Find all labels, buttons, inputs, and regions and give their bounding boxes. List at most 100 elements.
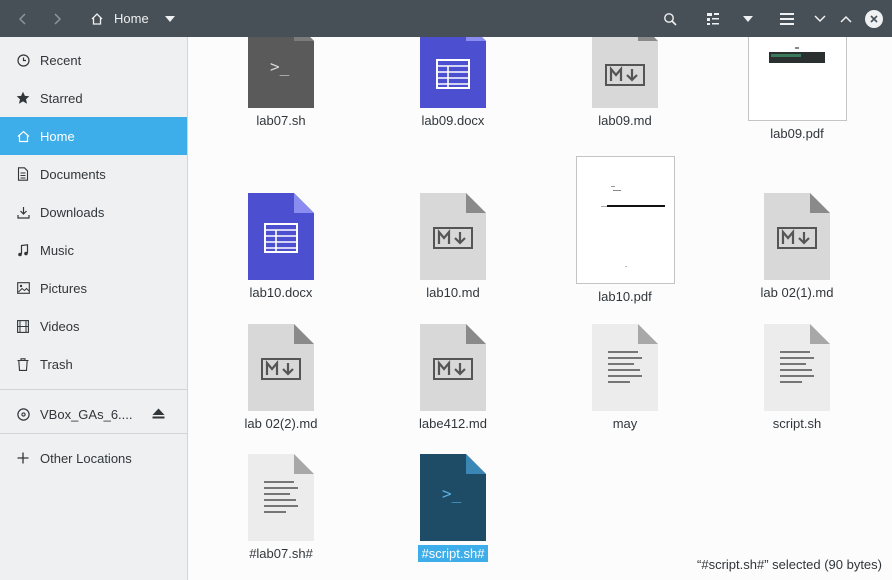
markdown-file-icon [420,324,486,411]
file-name: script.sh [772,416,822,431]
minimize-button[interactable] [807,0,833,37]
home-icon [16,129,30,143]
file-tile[interactable]: >_ #script.sh# [373,454,533,562]
sidebar-item-pictures[interactable]: Pictures [0,269,187,307]
file-tile[interactable]: >_ lab07.sh [201,37,361,129]
docx-file-icon [248,193,314,280]
path-dropdown-button[interactable] [157,0,183,37]
dropdown-icon [743,15,753,22]
file-name: #lab07.sh# [249,546,313,561]
close-button[interactable] [865,9,883,28]
file-name: lab10.md [426,285,480,300]
sidebar-item-label: VBox_GAs_6.... [40,406,133,422]
sidebar-item-videos[interactable]: Videos [0,307,187,345]
markdown-file-icon [592,37,658,108]
view-dropdown-button[interactable] [733,0,763,37]
header-right-controls [655,0,892,37]
file-tile[interactable]: lab 02(2).md [201,324,361,432]
back-arrow-icon [18,12,26,25]
sidebar-item-other-locations[interactable]: Other Locations [0,439,187,477]
docx-file-icon [420,37,486,108]
sidebar-divider [0,389,187,390]
picture-icon [16,281,30,295]
sidebar-item-label: Home [40,128,75,144]
menu-icon [780,12,794,25]
menu-button[interactable] [767,0,807,37]
file-name: lab09.md [598,113,652,128]
music-icon [16,243,30,257]
sidebar-item-home[interactable]: Home [0,117,187,155]
status-bar: “#script.sh#” selected (90 bytes) [693,555,886,574]
text-file-icon [592,324,658,411]
markdown-file-icon [420,193,486,280]
markdown-file-icon [248,324,314,411]
sidebar-item-starred[interactable]: Starred [0,79,187,117]
view-options-icon [707,12,719,25]
terminal-file-icon: >_ [248,37,314,108]
sidebar-item-downloads[interactable]: Downloads [0,193,187,231]
forward-arrow-icon [54,12,62,25]
close-icon [870,14,878,23]
file-tile[interactable]: may [545,324,705,432]
file-name: #script.sh# [417,545,489,562]
download-icon [16,205,30,219]
sidebar-item-label: Trash [40,356,73,372]
sidebar-item-label: Music [40,242,74,258]
file-tile[interactable]: lab10.docx [201,193,361,301]
pdf-thumbnail [747,37,847,121]
file-tile[interactable]: script.sh [717,324,877,432]
file-tile[interactable]: #lab07.sh# [201,454,361,562]
file-name: lab10.docx [249,285,313,300]
file-tile[interactable]: lab09.docx [373,37,533,129]
trash-icon [16,357,30,371]
terminal-file-icon: >_ [420,454,486,541]
plus-icon [16,451,30,465]
file-name: lab09.pdf [770,126,824,141]
search-button[interactable] [655,0,685,37]
markdown-file-icon [764,193,830,280]
forward-button[interactable] [40,0,74,37]
file-tile[interactable]: lab10.md [373,193,533,301]
view-options-button[interactable] [693,0,733,37]
file-tile[interactable]: lab09.md [545,37,705,129]
search-icon [664,12,677,26]
sidebar-item-device[interactable]: VBox_GAs_6.... [0,395,187,433]
file-name: lab 02(2).md [244,416,318,431]
sidebar-item-recent[interactable]: Recent [0,41,187,79]
file-name: lab09.docx [421,113,485,128]
file-name: lab10.pdf [598,289,652,304]
sidebar-item-label: Documents [40,166,106,182]
sidebar-item-label: Pictures [40,280,87,296]
sidebar-item-label: Other Locations [40,450,132,466]
sidebar-item-label: Downloads [40,204,105,220]
maximize-button[interactable] [833,0,859,37]
sidebar-divider [0,433,187,434]
eject-icon[interactable] [152,407,165,422]
text-file-icon [248,454,314,541]
file-tile[interactable]: lab 02(1).md [717,193,877,301]
sidebar-item-music[interactable]: Music [0,231,187,269]
chevron-up-icon [840,15,852,23]
path-bar: Home [82,0,183,37]
file-grid: >_ lab07.sh lab09.docx lab09.md lab09.pd… [189,37,892,580]
clock-icon [16,53,30,67]
sidebar-item-documents[interactable]: Documents [0,155,187,193]
header-bar: Home [0,0,892,37]
file-name: labe412.md [419,416,487,431]
disc-icon [16,407,30,421]
dropdown-icon [164,15,175,22]
file-tile[interactable]: labe412.md [373,324,533,432]
file-name: lab07.sh [256,113,306,128]
home-icon [91,12,103,25]
path-home-button[interactable]: Home [82,0,157,37]
file-tile[interactable]: lab10.pdf [545,156,705,305]
sidebar-item-label: Videos [40,318,80,334]
sidebar-item-trash[interactable]: Trash [0,345,187,383]
sidebar-item-label: Starred [40,90,83,106]
file-tile[interactable]: lab09.pdf [717,37,877,142]
document-icon [16,167,30,181]
pdf-thumbnail [575,156,675,284]
file-name: may [612,416,638,431]
back-button[interactable] [6,0,40,37]
sidebar: Recent Starred Home Documents Downloads … [0,37,188,580]
